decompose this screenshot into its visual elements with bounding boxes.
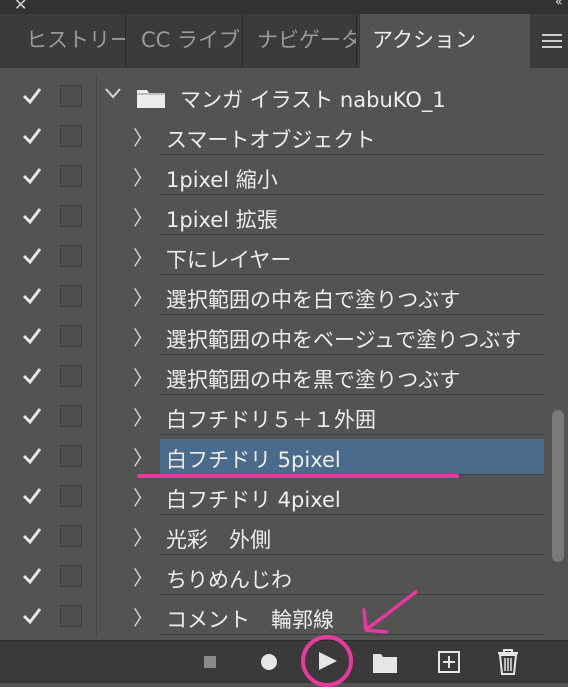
play-button[interactable] — [300, 635, 354, 687]
checkmark-icon[interactable] — [20, 444, 44, 468]
action-row[interactable]: 〉 ちりめんじわ — [0, 556, 548, 596]
action-label: 白フチドリ 5pixel — [166, 448, 341, 472]
checkmark-icon[interactable] — [20, 564, 44, 588]
play-icon — [301, 635, 353, 687]
actions-list: マンガ イラスト nabuKO_1 〉 スマートオブジェクト 〉 1pixel … — [0, 74, 548, 640]
checkmark-icon[interactable] — [20, 604, 44, 628]
chevron-right-icon[interactable]: 〉 — [133, 602, 153, 631]
new-set-button[interactable] — [370, 641, 400, 683]
action-row[interactable]: 〉 スマートオブジェクト — [0, 116, 548, 156]
dialog-toggle-box[interactable] — [60, 485, 82, 507]
action-label: 白フチドリ 4pixel — [166, 488, 341, 512]
panel-tab-bar: ヒストリー CC ライブラリ ナビゲーター アクション — [0, 14, 568, 68]
action-set-name: マンガ イラスト nabuKO_1 — [180, 88, 446, 112]
chevron-right-icon[interactable]: 〉 — [133, 522, 153, 551]
checkmark-icon[interactable] — [20, 244, 44, 268]
checkmark-icon[interactable] — [20, 524, 44, 548]
checkmark-icon[interactable] — [20, 124, 44, 148]
dialog-toggle-box[interactable] — [60, 125, 82, 147]
tab-cc-libraries[interactable]: CC ライブラリ — [129, 14, 243, 68]
dialog-toggle-box[interactable] — [60, 365, 82, 387]
chevron-down-icon[interactable] — [104, 86, 122, 100]
action-row-selected[interactable]: 〉 白フチドリ 5pixel — [0, 436, 548, 476]
action-label: 光彩 外側 — [166, 528, 271, 552]
record-icon — [261, 654, 277, 670]
dialog-toggle-box[interactable] — [60, 405, 82, 427]
stop-icon — [204, 656, 216, 668]
checkmark-icon[interactable] — [20, 204, 44, 228]
record-button[interactable] — [256, 641, 282, 683]
action-row[interactable]: 〉 1pixel 縮小 — [0, 156, 548, 196]
action-label: スマートオブジェクト — [166, 128, 376, 152]
checkmark-icon[interactable] — [20, 324, 44, 348]
checkmark-icon[interactable] — [20, 404, 44, 428]
action-row[interactable]: 〉 下にレイヤー — [0, 236, 548, 276]
action-set-row[interactable]: マンガ イラスト nabuKO_1 — [0, 76, 548, 116]
action-row[interactable]: 〉 光彩 外側 — [0, 516, 548, 556]
tab-history[interactable]: ヒストリー — [14, 14, 126, 68]
chevron-right-icon[interactable]: 〉 — [133, 242, 153, 271]
trash-icon — [498, 649, 518, 675]
chevron-right-icon[interactable]: 〉 — [133, 482, 153, 511]
dialog-toggle-box[interactable] — [60, 445, 82, 467]
chevron-right-icon[interactable]: 〉 — [133, 562, 153, 591]
action-label: 白フチドリ５＋１外囲 — [166, 408, 376, 432]
panel-top-strip: ✕ ‹‹ — [0, 0, 568, 14]
scrollbar-thumb[interactable] — [552, 410, 564, 562]
action-row[interactable]: 〉 選択範囲の中を白で塗りつぶす — [0, 276, 548, 316]
new-action-icon — [438, 651, 460, 673]
annotation-arrow-icon — [362, 590, 418, 634]
panel-menu-icon[interactable] — [542, 34, 562, 52]
checkmark-icon[interactable] — [20, 284, 44, 308]
action-label: コメント 輪郭線 — [166, 608, 334, 632]
action-row[interactable]: 〉 白フチドリ５＋１外囲 — [0, 396, 548, 436]
dialog-toggle-box[interactable] — [60, 605, 82, 627]
tab-actions[interactable]: アクション — [360, 14, 530, 68]
delete-button[interactable] — [494, 641, 522, 683]
dialog-toggle-box[interactable] — [60, 165, 82, 187]
folder-icon — [373, 654, 397, 673]
chevron-right-icon[interactable]: 〉 — [133, 362, 153, 391]
action-label: 選択範囲の中を黒で塗りつぶす — [166, 368, 461, 392]
action-label: 1pixel 縮小 — [166, 168, 278, 192]
tab-navigator[interactable]: ナビゲーター — [245, 14, 357, 68]
checkmark-icon[interactable] — [20, 84, 44, 108]
chevron-right-icon[interactable]: 〉 — [133, 322, 153, 351]
action-row[interactable]: 〉 コメント 輪郭線 — [0, 596, 548, 636]
action-row[interactable]: 〉 白フチドリ 4pixel — [0, 476, 548, 516]
stop-button[interactable] — [200, 641, 222, 683]
dialog-toggle-box[interactable] — [60, 245, 82, 267]
actions-toolbar — [0, 635, 568, 687]
checkmark-icon[interactable] — [20, 164, 44, 188]
dialog-toggle-box[interactable] — [60, 525, 82, 547]
dialog-toggle-box[interactable] — [60, 205, 82, 227]
action-label: 選択範囲の中をベージュで塗りつぶす — [166, 328, 522, 352]
new-action-button[interactable] — [434, 641, 464, 683]
chevron-right-icon[interactable]: 〉 — [133, 162, 153, 191]
action-row[interactable]: 〉 選択範囲の中を黒で塗りつぶす — [0, 356, 548, 396]
action-row[interactable]: 〉 1pixel 拡張 — [0, 196, 548, 236]
dialog-toggle-box[interactable] — [60, 565, 82, 587]
chevron-right-icon[interactable]: 〉 — [133, 402, 153, 431]
dialog-toggle-box[interactable] — [60, 85, 82, 107]
collapse-panel-icon[interactable]: ‹‹ — [555, 0, 563, 10]
chevron-right-icon[interactable]: 〉 — [133, 442, 153, 471]
chevron-right-icon[interactable]: 〉 — [133, 202, 153, 231]
action-label: 下にレイヤー — [166, 248, 292, 272]
action-row[interactable]: 〉 選択範囲の中をベージュで塗りつぶす — [0, 316, 548, 356]
checkmark-icon[interactable] — [20, 364, 44, 388]
action-label: ちりめんじわ — [166, 568, 292, 592]
annotation-underline — [137, 474, 459, 478]
action-label: 選択範囲の中を白で塗りつぶす — [166, 288, 461, 312]
chevron-right-icon[interactable]: 〉 — [133, 282, 153, 311]
action-label: 1pixel 拡張 — [166, 208, 278, 232]
checkmark-icon[interactable] — [20, 484, 44, 508]
dialog-toggle-box[interactable] — [60, 285, 82, 307]
close-panel-icon[interactable]: ✕ — [14, 0, 27, 14]
dialog-toggle-box[interactable] — [60, 325, 82, 347]
chevron-right-icon[interactable]: 〉 — [133, 122, 153, 151]
